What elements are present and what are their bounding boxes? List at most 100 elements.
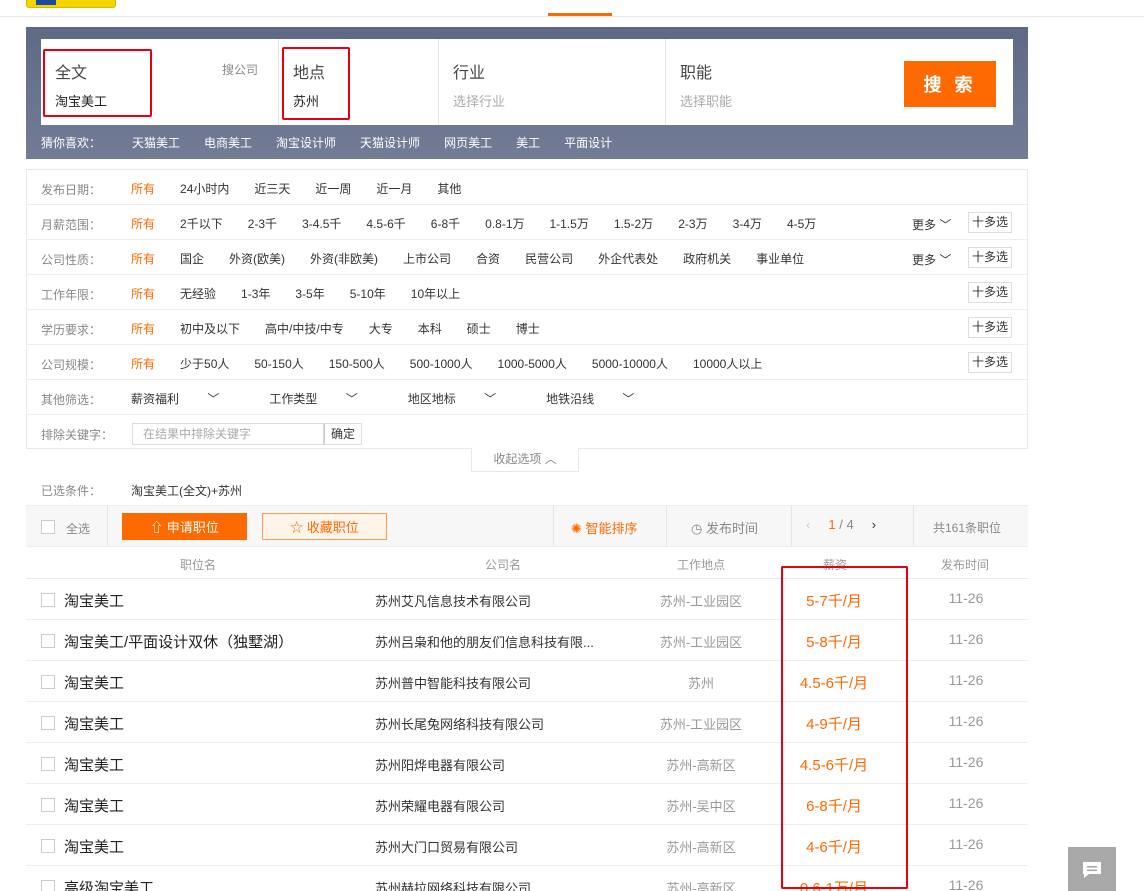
guess-item[interactable]: 美工	[516, 134, 540, 151]
filter-option[interactable]: 外企代表处	[598, 250, 658, 267]
filter-option[interactable]: 2千以下	[180, 215, 223, 232]
multi-select-button[interactable]: 十多选	[968, 212, 1012, 233]
company-link[interactable]: 苏州艾凡信息技术有限公司	[375, 591, 615, 610]
more-dropdown[interactable]: 更多 ﹀	[912, 216, 951, 233]
table-row[interactable]: 淘宝美工 苏州大门口贸易有限公司 苏州-高新区 4-6千/月 11-26	[26, 825, 1028, 866]
filter-option[interactable]: 外资(非欧美)	[310, 250, 378, 267]
company-link[interactable]: 苏州大门口贸易有限公司	[375, 837, 615, 856]
filter-option[interactable]: 外资(欧美)	[229, 250, 285, 267]
row-checkbox[interactable]	[41, 839, 55, 853]
row-checkbox[interactable]	[41, 593, 55, 607]
smart-sort-button[interactable]: ✺ 智能排序	[571, 518, 638, 537]
filter-option[interactable]: 国企	[180, 250, 204, 267]
company-link[interactable]: 苏州长尾兔网络科技有限公司	[375, 714, 615, 733]
filter-option[interactable]: 本科	[418, 320, 442, 337]
fulltext-field[interactable]: 全文 搜公司 淘宝美工	[41, 39, 279, 125]
company-link[interactable]: 苏州普中智能科技有限公司	[375, 673, 615, 692]
company-link[interactable]: 苏州赫拉网络科技有限公司	[375, 878, 615, 891]
location-input[interactable]: 苏州	[293, 91, 319, 110]
job-title-link[interactable]: 淘宝美工	[64, 836, 124, 857]
collapse-options-button[interactable]: 收起选项 ︿	[471, 448, 579, 472]
table-row[interactable]: 淘宝美工/平面设计双休（独墅湖） 苏州吕枭和他的朋友们信息科技有限... 苏州-…	[26, 620, 1028, 661]
guess-item[interactable]: 电商美工	[204, 134, 252, 151]
filter-option[interactable]: 所有	[131, 285, 155, 302]
filter-dropdown[interactable]: 地区地标 ﹀	[408, 390, 521, 407]
filter-option[interactable]: 500-1000人	[410, 355, 473, 372]
filter-option[interactable]: 1.5-2万	[614, 215, 653, 232]
filter-option[interactable]: 无经验	[180, 285, 216, 302]
guess-item[interactable]: 网页美工	[444, 134, 492, 151]
filter-option[interactable]: 2-3千	[248, 215, 277, 232]
filter-option[interactable]: 事业单位	[756, 250, 804, 267]
exclude-keyword-input[interactable]: 在结果中排除关键字	[132, 423, 324, 445]
filter-option[interactable]: 初中及以下	[180, 320, 240, 337]
next-page-icon[interactable]: ›	[872, 517, 876, 532]
more-dropdown[interactable]: 更多 ﹀	[912, 251, 951, 268]
guess-item[interactable]: 天猫美工	[132, 134, 180, 151]
table-row[interactable]: 淘宝美工 苏州长尾兔网络科技有限公司 苏州-工业园区 4-9千/月 11-26	[26, 702, 1028, 743]
filter-dropdown[interactable]: 薪资福利 ﹀	[131, 390, 244, 407]
filter-option[interactable]: 5-10年	[350, 285, 386, 302]
row-checkbox[interactable]	[41, 757, 55, 771]
guess-item[interactable]: 天猫设计师	[360, 134, 420, 151]
company-link[interactable]: 苏州荣耀电器有限公司	[375, 796, 615, 815]
table-row[interactable]: 淘宝美工 苏州荣耀电器有限公司 苏州-吴中区 6-8千/月 11-26	[26, 784, 1028, 825]
filter-dropdown[interactable]: 地铁沿线 ﹀	[546, 390, 659, 407]
filter-option[interactable]: 3-5年	[295, 285, 324, 302]
filter-option[interactable]: 3-4万	[733, 215, 762, 232]
filter-option[interactable]: 少于50人	[180, 355, 229, 372]
row-checkbox[interactable]	[41, 880, 55, 891]
filter-option[interactable]: 合资	[476, 250, 500, 267]
filter-option[interactable]: 50-150人	[254, 355, 303, 372]
filter-option[interactable]: 6-8千	[431, 215, 460, 232]
filter-option[interactable]: 近三天	[254, 180, 290, 197]
filter-option[interactable]: 150-500人	[329, 355, 385, 372]
filter-option[interactable]: 3-4.5千	[302, 215, 341, 232]
job-title-link[interactable]: 淘宝美工/平面设计双休（独墅湖）	[64, 631, 293, 652]
filter-option[interactable]: 5000-10000人	[592, 355, 668, 372]
filter-option[interactable]: 所有	[131, 215, 155, 232]
table-row[interactable]: 淘宝美工 苏州阳烨电器有限公司 苏州-高新区 4.5-6千/月 11-26	[26, 743, 1028, 784]
multi-select-button[interactable]: 十多选	[968, 352, 1012, 373]
filter-option[interactable]: 1000-5000人	[498, 355, 567, 372]
filter-option[interactable]: 所有	[131, 180, 155, 197]
select-all-checkbox[interactable]	[41, 520, 55, 534]
fulltext-input[interactable]: 淘宝美工	[55, 91, 107, 110]
filter-dropdown[interactable]: 工作类型 ﹀	[269, 390, 382, 407]
function-select[interactable]: 选择职能	[680, 91, 732, 110]
multi-select-button[interactable]: 十多选	[968, 282, 1012, 303]
filter-option[interactable]: 4-5万	[787, 215, 816, 232]
filter-option[interactable]: 大专	[369, 320, 393, 337]
filter-option[interactable]: 10000人以上	[693, 355, 762, 372]
chat-button[interactable]	[1068, 847, 1116, 891]
filter-option[interactable]: 博士	[516, 320, 540, 337]
row-checkbox[interactable]	[41, 634, 55, 648]
row-checkbox[interactable]	[41, 675, 55, 689]
guess-item[interactable]: 平面设计	[564, 134, 612, 151]
filter-option[interactable]: 所有	[131, 250, 155, 267]
job-title-link[interactable]: 淘宝美工	[64, 672, 124, 693]
filter-option[interactable]: 24小时内	[180, 180, 229, 197]
company-link[interactable]: 苏州阳烨电器有限公司	[375, 755, 615, 774]
filter-option[interactable]: 近一月	[376, 180, 412, 197]
apply-job-button[interactable]: ⇧ 申请职位	[122, 513, 247, 540]
filter-option[interactable]: 近一周	[315, 180, 351, 197]
filter-option[interactable]: 所有	[131, 320, 155, 337]
filter-option[interactable]: 高中/中技/中专	[265, 320, 344, 337]
location-field[interactable]: 地点 苏州	[279, 39, 439, 125]
table-row[interactable]: 淘宝美工 苏州艾凡信息技术有限公司 苏州-工业园区 5-7千/月 11-26	[26, 579, 1028, 620]
industry-field[interactable]: 行业 选择行业	[439, 39, 666, 125]
job-title-link[interactable]: 淘宝美工	[64, 754, 124, 775]
job-title-link[interactable]: 淘宝美工	[64, 590, 124, 611]
filter-option[interactable]: 上市公司	[403, 250, 451, 267]
filter-option[interactable]: 其他	[437, 180, 461, 197]
table-row[interactable]: 高级淘宝美工 苏州赫拉网络科技有限公司 苏州-高新区 0.6-1万/月 11-2…	[26, 866, 1028, 891]
job-title-link[interactable]: 淘宝美工	[64, 713, 124, 734]
filter-option[interactable]: 所有	[131, 355, 155, 372]
search-button[interactable]: 搜 索	[904, 61, 996, 107]
table-row[interactable]: 淘宝美工 苏州普中智能科技有限公司 苏州 4.5-6千/月 11-26	[26, 661, 1028, 702]
industry-select[interactable]: 选择行业	[453, 91, 505, 110]
filter-option[interactable]: 政府机关	[683, 250, 731, 267]
filter-option[interactable]: 1-1.5万	[550, 215, 589, 232]
multi-select-button[interactable]: 十多选	[968, 317, 1012, 338]
